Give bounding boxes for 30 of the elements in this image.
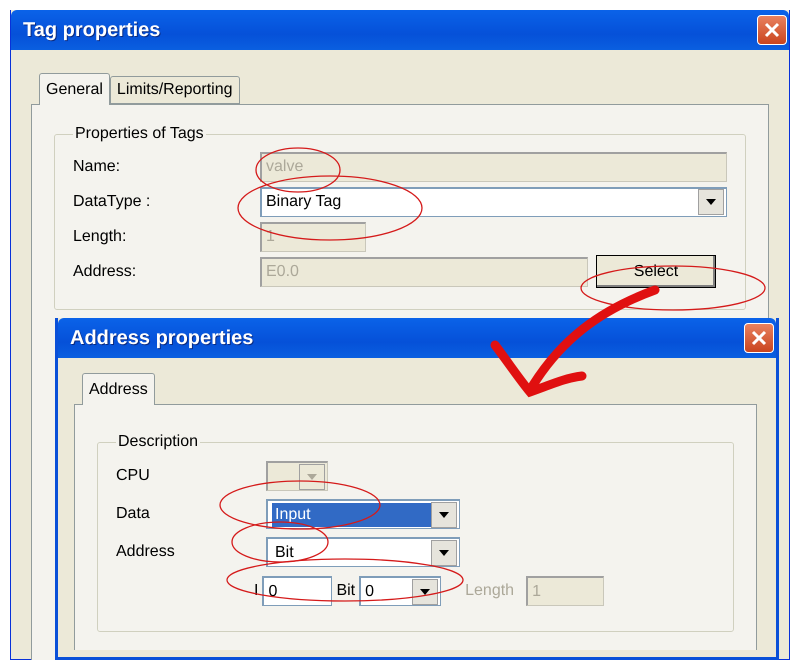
close-icon [750,329,768,347]
field-label: Bit [336,582,356,600]
close-icon [763,21,781,39]
close-button[interactable] [757,15,787,45]
tab[interactable]: Limits/Reporting [110,76,240,104]
caret-icon [307,474,317,480]
caret-icon [706,199,716,205]
field-label: DataType : [73,192,152,210]
field-label: Data [116,505,151,523]
input-field[interactable]: 0 [262,576,332,606]
dropdown[interactable]: Input [266,499,460,529]
close-button[interactable] [744,323,774,353]
dropdown[interactable]: 0 [359,576,442,606]
caret-icon [420,588,430,594]
tab[interactable]: Address [82,373,155,405]
tab[interactable]: General [39,73,110,105]
caret-icon [439,512,449,518]
field-label: Address [116,543,176,561]
caret-icon [439,550,449,556]
field-label: Length [465,582,514,600]
window-title: Address properties [70,326,254,350]
dropdown[interactable]: Bit [266,537,460,567]
field-label: Address: [73,262,138,280]
field-label: Length: [73,228,128,246]
field-label: Name: [73,158,122,176]
dropdown[interactable]: Binary Tag [260,186,727,216]
group-title: Description [117,433,200,451]
window-title: Tag properties [23,18,160,42]
group-title: Properties of Tags [74,125,205,143]
field-label: CPU [116,467,151,485]
